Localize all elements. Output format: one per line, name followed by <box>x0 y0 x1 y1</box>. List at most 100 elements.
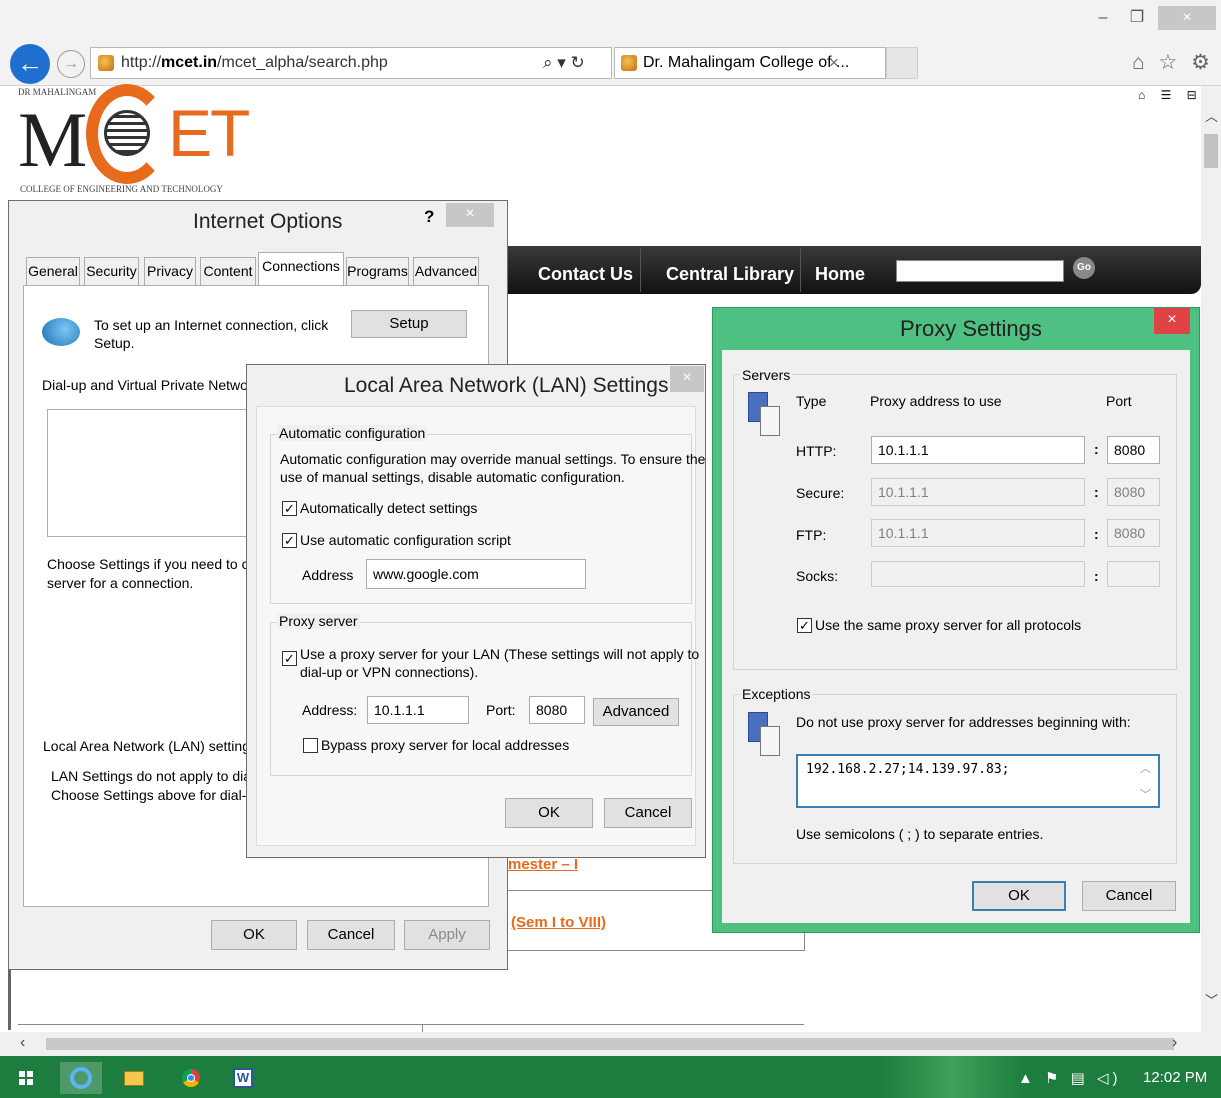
exceptions-textarea[interactable]: 192.168.2.27;14.139.97.83; ︿ ﹀ <box>796 754 1160 808</box>
proxy-port-label: Port: <box>486 702 516 718</box>
tab-security[interactable]: Security <box>84 257 139 285</box>
auto-detect-checkbox[interactable]: ✓ <box>282 501 297 516</box>
internet-options-close-button[interactable]: × <box>446 203 494 227</box>
hscroll-thumb[interactable] <box>46 1038 1174 1050</box>
internet-explorer-icon[interactable] <box>60 1062 102 1094</box>
page-tools-icon[interactable]: ⌂ ☰ ⊟ <box>1138 88 1203 102</box>
content-divider <box>8 970 11 1030</box>
site-search-go-button[interactable]: Go <box>1073 257 1095 279</box>
restore-button[interactable]: ❐ <box>1122 6 1152 30</box>
socks-address-input[interactable] <box>871 561 1085 587</box>
new-tab-button[interactable] <box>886 47 918 79</box>
use-proxy-label-line-1: Use a proxy server for your LAN (These s… <box>300 646 700 662</box>
port-column-header: Port <box>1106 393 1132 409</box>
start-windows-icon[interactable] <box>6 1062 46 1094</box>
close-window-button[interactable]: × <box>1158 6 1216 30</box>
internet-options-title: Internet Options <box>193 210 343 233</box>
type-column-header: Type <box>796 393 827 409</box>
proxy-address-input[interactable]: 10.1.1.1 <box>367 696 469 724</box>
chrome-icon[interactable] <box>170 1062 212 1094</box>
socks-port-input[interactable] <box>1107 561 1160 587</box>
tab-content[interactable]: Content <box>200 257 256 285</box>
exceptions-network-icon <box>742 712 782 758</box>
help-button[interactable]: ? <box>424 207 434 227</box>
lan-settings-text-line-2: Choose Settings above for dial-up <box>51 787 262 803</box>
sem-range-link[interactable]: (Sem I to VIII) <box>511 914 606 931</box>
system-tray-icons[interactable]: ▲ ⚑ ▤ ◁) <box>1018 1069 1122 1087</box>
http-address-input[interactable]: 10.1.1.1 <box>871 436 1085 464</box>
scroll-down-icon[interactable]: ﹀ <box>1205 990 1218 1009</box>
proxy-server-label: Proxy server <box>277 613 360 629</box>
lan-close-button[interactable]: × <box>670 366 704 392</box>
setup-button[interactable]: Setup <box>351 310 467 338</box>
content-divider <box>804 933 805 951</box>
scroll-up-icon[interactable]: ︿ <box>1205 106 1218 125</box>
auto-config-desc-line-1: Automatic configuration may override man… <box>280 451 706 467</box>
scroll-left-icon[interactable]: ‹ <box>20 1034 25 1052</box>
bypass-local-checkbox[interactable] <box>303 738 318 753</box>
socks-type-label: Socks: <box>796 568 839 584</box>
textarea-scroll-up-icon[interactable]: ︿ <box>1140 760 1151 776</box>
script-address-input[interactable]: www.google.com <box>366 559 586 589</box>
logo-bottom-text: COLLEGE OF ENGINEERING AND TECHNOLOGY <box>20 184 223 194</box>
semester-link[interactable]: mester – I <box>508 856 578 873</box>
tab-favicon-icon <box>621 55 637 71</box>
tab-close-icon[interactable]: × <box>829 53 839 73</box>
tab-privacy[interactable]: Privacy <box>144 257 196 285</box>
proxy-cancel-button[interactable]: Cancel <box>1082 881 1176 911</box>
internet-options-apply-button[interactable]: Apply <box>404 920 490 950</box>
proxy-port-input[interactable]: 8080 <box>529 696 585 724</box>
use-proxy-checkbox[interactable]: ✓ <box>282 651 297 666</box>
proxy-settings-title: Proxy Settings <box>900 316 1042 341</box>
ftp-port-input[interactable]: 8080 <box>1107 519 1160 547</box>
secure-address-input[interactable]: 10.1.1.1 <box>871 478 1085 506</box>
nav-contact-us[interactable]: Contact Us <box>538 264 633 285</box>
secure-port-input[interactable]: 8080 <box>1107 478 1160 506</box>
same-proxy-checkbox[interactable]: ✓ <box>797 618 812 633</box>
secure-type-label: Secure: <box>796 485 845 501</box>
nav-home[interactable]: Home <box>815 264 865 285</box>
proxy-ok-button[interactable]: OK <box>972 881 1066 911</box>
use-script-checkbox[interactable]: ✓ <box>282 533 297 548</box>
internet-options-cancel-button[interactable]: Cancel <box>307 920 395 950</box>
browser-tab[interactable]: Dr. Mahalingam College of ... × <box>614 47 886 79</box>
http-port-input[interactable]: 8080 <box>1107 436 1160 464</box>
logo-globe-icon <box>104 110 150 156</box>
lan-ok-button[interactable]: OK <box>505 798 593 828</box>
tab-connections[interactable]: Connections <box>258 252 344 286</box>
scroll-right-icon[interactable]: › <box>1172 1034 1177 1052</box>
file-explorer-icon[interactable] <box>112 1062 154 1094</box>
url-path: /mcet_alpha/search.php <box>217 54 388 71</box>
taskbar-clock[interactable]: 12:02 PM <box>1143 1069 1207 1086</box>
vertical-scrollbar[interactable]: ︿ ﹀ <box>1201 86 1221 1032</box>
nav-central-library[interactable]: Central Library <box>666 264 794 285</box>
scroll-thumb[interactable] <box>1204 134 1218 168</box>
setup-text-line-2: Setup. <box>94 335 135 351</box>
search-refresh-icon[interactable]: ⌕ ▾ ↻ <box>543 53 585 73</box>
site-search-input[interactable] <box>896 260 1064 282</box>
tab-general[interactable]: General <box>26 257 80 285</box>
horizontal-scrollbar[interactable]: ‹ › <box>0 1032 1221 1056</box>
home-favorites-settings-icon[interactable]: ⌂ ☆ ⚙ <box>1132 50 1214 75</box>
choose-settings-line-2: server for a connection. <box>47 575 194 591</box>
secure-colon: : <box>1094 484 1099 500</box>
proxy-close-button[interactable]: × <box>1154 308 1190 334</box>
tab-advanced[interactable]: Advanced <box>413 257 479 285</box>
lan-cancel-button[interactable]: Cancel <box>604 798 692 828</box>
address-bar[interactable]: http://mcet.in/mcet_alpha/search.php ⌕ ▾… <box>90 47 612 79</box>
proxy-address-label: Address: <box>302 702 358 718</box>
forward-button[interactable]: → <box>57 50 85 78</box>
textarea-scroll-down-icon[interactable]: ﹀ <box>1140 786 1151 802</box>
same-proxy-label: Use the same proxy server for all protoc… <box>815 617 1082 633</box>
back-button[interactable]: ← <box>10 44 50 84</box>
dialup-vpn-list[interactable] <box>47 409 257 537</box>
minimize-button[interactable]: – <box>1088 6 1118 30</box>
ftp-address-input[interactable]: 10.1.1.1 <box>871 519 1085 547</box>
tab-programs[interactable]: Programs <box>346 257 409 285</box>
internet-options-ok-button[interactable]: OK <box>211 920 297 950</box>
setup-text-line-1: To set up an Internet connection, click <box>94 317 329 333</box>
word-icon[interactable]: W <box>222 1062 264 1094</box>
advanced-button[interactable]: Advanced <box>593 698 679 726</box>
tab-title: Dr. Mahalingam College of ... <box>643 54 850 71</box>
nav-divider <box>800 248 801 292</box>
